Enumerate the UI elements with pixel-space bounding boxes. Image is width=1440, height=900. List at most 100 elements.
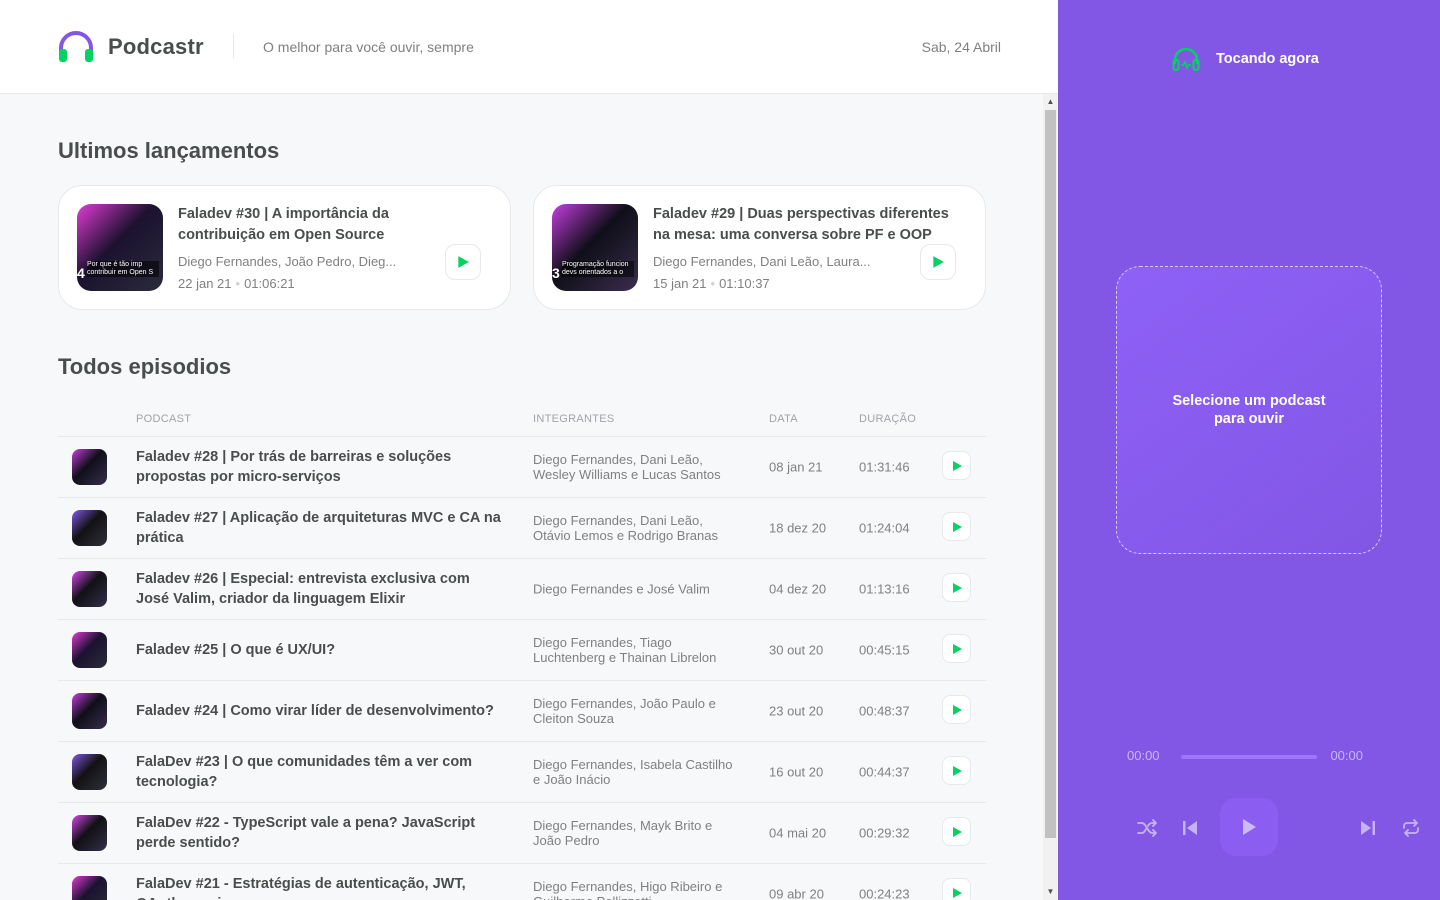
episode-thumbnail[interactable]: [72, 815, 107, 851]
episode-members: Diego Fernandes, João Pedro, Dieg...: [178, 254, 397, 269]
episode-title[interactable]: Faladev #28 | Por trás de barreiras e so…: [136, 447, 506, 487]
episode-title[interactable]: FalaDev #22 - TypeScript vale a pena? Ja…: [136, 813, 506, 853]
skip-next-icon: [1361, 821, 1375, 835]
episode-date: 09 abr 20: [769, 886, 824, 900]
player-controls: [1116, 798, 1419, 856]
episode-title[interactable]: FalaDev #21 - Estratégias de autenticaçã…: [136, 874, 506, 900]
episode-thumbnail[interactable]: 4 Por que é tão imp contribuir em Open S: [77, 204, 163, 291]
episode-title[interactable]: Faladev #26 | Especial: entrevista exclu…: [136, 569, 506, 609]
column-members: Integrantes: [533, 413, 615, 425]
episode-thumbnail[interactable]: [72, 571, 107, 607]
progress-bar: 00:00 00:00: [1116, 746, 1382, 766]
play-episode-button[interactable]: [920, 244, 956, 280]
episode-duration: 00:29:32: [859, 825, 910, 841]
scroll-up-icon[interactable]: ▲: [1046, 97, 1055, 107]
episode-date: 18 dez 20: [769, 520, 827, 536]
episodes-table: Podcast Integrantes Data Duração Faladev…: [58, 400, 986, 900]
play-icon: [952, 643, 962, 654]
episode-date: 04 mai 20: [769, 825, 827, 841]
episode-title[interactable]: FalaDev #23 | O que comunidades têm a ve…: [136, 752, 506, 792]
episode-date: 30 out 20: [769, 642, 824, 658]
headphones-icon: [1172, 47, 1200, 71]
previous-button[interactable]: [1178, 816, 1202, 840]
all-episodes-title: Todos episodios: [58, 354, 232, 379]
repeat-icon: [1403, 819, 1419, 837]
player-panel: Tocando agora Selecione um podcast para …: [1058, 0, 1440, 900]
play-icon: [933, 256, 944, 268]
play-icon: [952, 460, 962, 471]
episode-members: Diego Fernandes, Dani Leão, Wesley Willi…: [533, 452, 721, 482]
header-divider: [233, 34, 234, 58]
play-episode-button[interactable]: [942, 573, 971, 602]
episode-duration: 01:10:37: [719, 276, 770, 291]
play-episode-button[interactable]: [942, 695, 971, 724]
scrollbar-thumb[interactable]: [1045, 110, 1056, 838]
play-icon: [952, 887, 962, 898]
latest-episode-card[interactable]: 4 Por que é tão imp contribuir em Open S F…: [58, 185, 511, 310]
episode-date: 23 out 20: [769, 703, 824, 719]
progress-slider[interactable]: [1181, 755, 1317, 759]
play-episode-button[interactable]: [942, 878, 971, 900]
scroll-down-icon[interactable]: ▼: [1046, 887, 1055, 897]
latest-episode-card[interactable]: 3 Programação funcion devs orientados a o…: [533, 185, 986, 310]
table-row: FalaDev #22 - TypeScript vale a pena? Ja…: [58, 803, 986, 864]
thumbnail-caption: Por que é tão imp contribuir em Open S: [87, 261, 159, 277]
episode-duration: 01:24:04: [859, 520, 910, 536]
episode-title[interactable]: Faladev #25 | O que é UX/UI?: [136, 640, 506, 660]
table-row: Faladev #26 | Especial: entrevista exclu…: [58, 559, 986, 620]
episode-meta: 15 jan 21 • 01:10:37: [653, 276, 770, 291]
scrollbar[interactable]: ▲ ▼: [1043, 94, 1058, 900]
empty-player-box: Selecione um podcast para ouvir: [1116, 266, 1382, 554]
table-row: Faladev #28 | Por trás de barreiras e so…: [58, 437, 986, 498]
episode-members: Diego Fernandes, Mayk Brito e João Pedro: [533, 818, 713, 848]
episode-members: Diego Fernandes, João Paulo e Cleiton So…: [533, 696, 716, 726]
episode-title[interactable]: Faladev #24 | Como virar líder de desenv…: [136, 701, 506, 721]
episode-title[interactable]: Faladev #27 | Aplicação de arquiteturas …: [136, 508, 506, 548]
app-header: Podcastr O melhor para você ouvir, sempr…: [0, 0, 1058, 94]
column-podcast: Podcast: [136, 413, 192, 425]
play-episode-button[interactable]: [942, 634, 971, 663]
table-row: Faladev #27 | Aplicação de arquiteturas …: [58, 498, 986, 559]
play-episode-button[interactable]: [942, 756, 971, 785]
separator-dot: •: [710, 276, 716, 291]
episode-date: 15 jan 21: [653, 276, 707, 291]
logo[interactable]: Podcastr: [58, 30, 204, 64]
play-button[interactable]: [1220, 798, 1278, 856]
episode-members: Diego Fernandes, Tiago Luchtenberg e Tha…: [533, 635, 717, 665]
episode-date: 08 jan 21: [769, 459, 823, 475]
episode-members: Diego Fernandes, Dani Leão, Laura...: [653, 254, 871, 269]
play-episode-button[interactable]: [445, 244, 481, 280]
play-episode-button[interactable]: [942, 512, 971, 541]
skip-previous-icon: [1183, 821, 1197, 835]
episode-thumbnail[interactable]: [72, 449, 107, 485]
main-content: Ultimos lançamentos 4 Por que é tão imp c…: [0, 94, 1058, 900]
table-row: FalaDev #21 - Estratégias de autenticaçã…: [58, 864, 986, 900]
episode-thumbnail[interactable]: [72, 632, 107, 668]
episode-members: Diego Fernandes, Higo Ribeiro e Guilherm…: [533, 879, 723, 900]
play-icon: [952, 765, 962, 776]
shuffle-button[interactable]: [1135, 816, 1159, 840]
episode-duration: 00:24:23: [859, 886, 910, 900]
player-header: Tocando agora: [1172, 46, 1319, 72]
episode-thumbnail[interactable]: 3 Programação funcion devs orientados a o: [552, 204, 638, 291]
episode-thumbnail[interactable]: [72, 693, 107, 729]
play-icon: [458, 256, 469, 268]
table-header: Podcast Integrantes Data Duração: [58, 400, 986, 437]
current-date: Sab, 24 Abril: [921, 39, 1001, 55]
next-button[interactable]: [1356, 816, 1380, 840]
episode-thumbnail[interactable]: [72, 510, 107, 546]
episode-thumbnail[interactable]: [72, 754, 107, 790]
repeat-button[interactable]: [1399, 816, 1423, 840]
table-row: Faladev #25 | O que é UX/UI? Diego Fernan…: [58, 620, 986, 681]
play-icon: [1243, 819, 1256, 835]
episode-title[interactable]: Faladev #29 | Duas perspectivas diferent…: [653, 204, 953, 246]
episode-members: Diego Fernandes, Dani Leão, Otávio Lemos…: [533, 513, 718, 543]
thumbnail-number: 3: [552, 265, 560, 281]
episode-title[interactable]: Faladev #30 | A importância da contribui…: [178, 204, 478, 246]
episode-duration: 00:45:15: [859, 642, 910, 658]
episode-members: Diego Fernandes e José Valim: [533, 581, 710, 597]
play-episode-button[interactable]: [942, 451, 971, 480]
table-row: Faladev #24 | Como virar líder de desenv…: [58, 681, 986, 742]
play-episode-button[interactable]: [942, 817, 971, 846]
episode-thumbnail[interactable]: [72, 876, 107, 900]
